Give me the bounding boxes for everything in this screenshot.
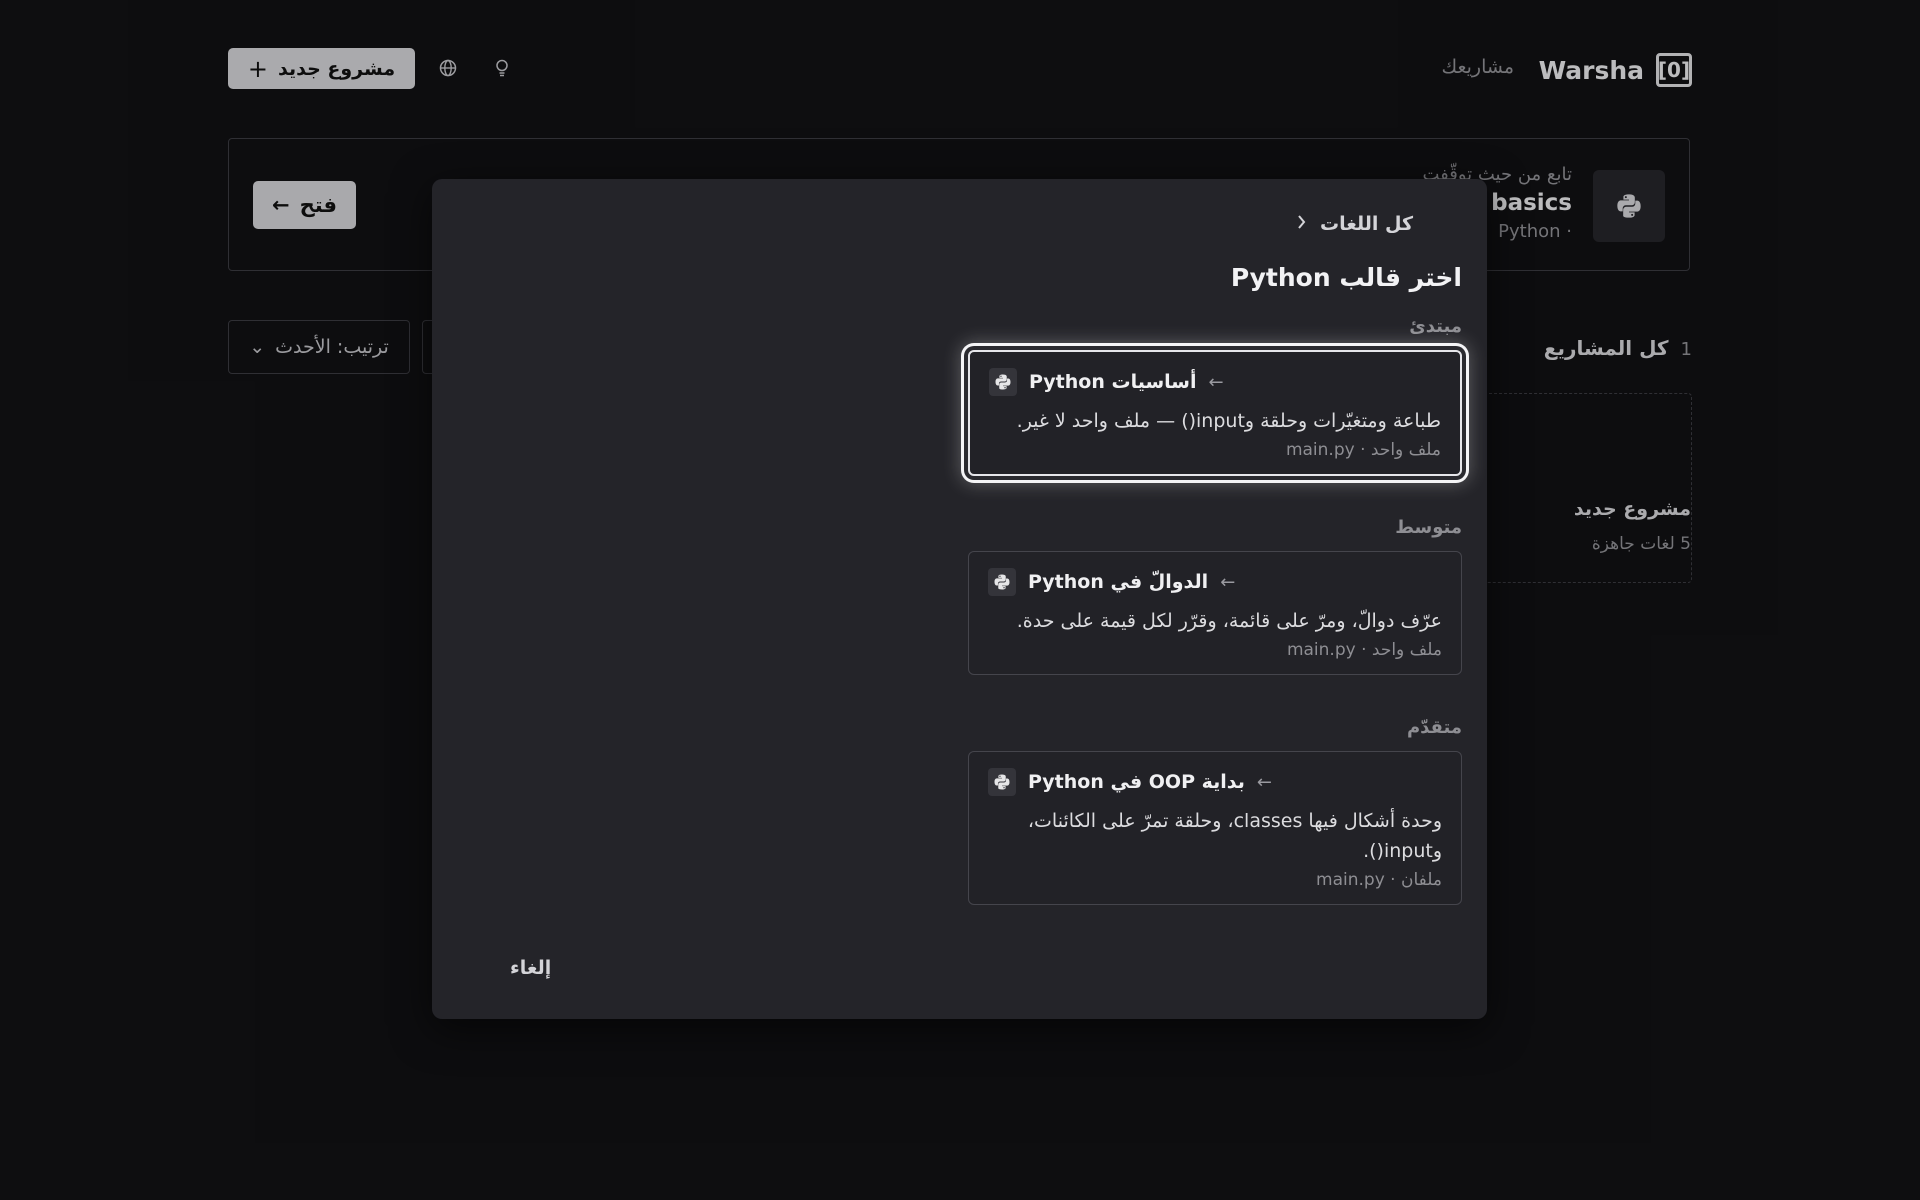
template-description: عرّف دوالّ، ومرّ على قائمة، وقرّر لكل قي… <box>1016 610 1442 632</box>
template-meta: ملفان · main.py <box>1316 870 1442 890</box>
level-label: متقدّم <box>1406 717 1462 738</box>
template-meta: ملف واحد · main.py <box>1286 640 1442 660</box>
cancel-button[interactable]: إلغاء <box>510 957 551 979</box>
template-title: الدوالّ في Python <box>1028 571 1209 593</box>
template-description: طباعة ومتغيّرات وحلقة وinput() — ملف واح… <box>1016 410 1441 432</box>
chevron-right-icon <box>1296 213 1306 235</box>
back-to-languages-link[interactable]: كل اللغات <box>1296 213 1413 235</box>
back-label: كل اللغات <box>1320 213 1413 235</box>
python-icon <box>988 768 1016 796</box>
python-icon <box>989 368 1017 396</box>
template-meta: ملف واحد · main.py <box>1285 440 1441 460</box>
template-title: بداية OOP في Python <box>1028 771 1245 793</box>
dialog-title: اختر قالب Python <box>1230 263 1462 292</box>
template-card[interactable]: بداية OOP في Python ← وحدة أشكال فيها cl… <box>968 751 1462 905</box>
arrow-left-icon: ← <box>1256 771 1272 793</box>
template-card[interactable]: أساسيات Python ← طباعة ومتغيّرات وحلقة و… <box>968 350 1462 476</box>
arrow-left-icon: ← <box>1208 371 1224 393</box>
python-icon <box>988 568 1016 596</box>
template-title: أساسيات Python <box>1029 371 1197 393</box>
arrow-left-icon: ← <box>1220 571 1236 593</box>
template-card[interactable]: الدوالّ في Python ← عرّف دوالّ، ومرّ على… <box>968 551 1462 675</box>
level-label: مبتدئ <box>1409 316 1462 337</box>
template-picker-dialog: كل اللغات اختر قالب Python مبتدئ أساسيات… <box>432 179 1487 1019</box>
level-label: متوسط <box>1395 517 1462 538</box>
template-description: وحدة أشكال فيها classes، وحلقة تمرّ على … <box>1027 810 1442 862</box>
